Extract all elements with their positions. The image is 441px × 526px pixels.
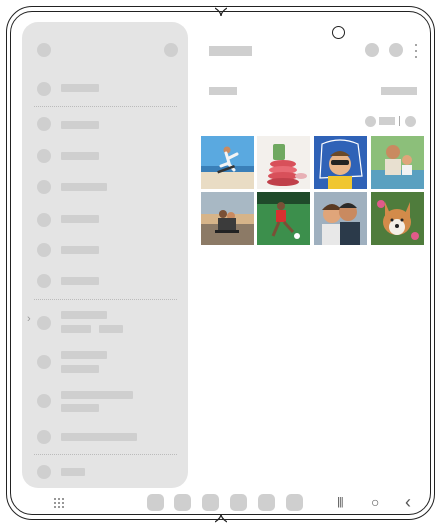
drawer-divider xyxy=(34,299,177,300)
drawer-item-label xyxy=(61,391,133,399)
hinge-top-notch xyxy=(215,7,227,17)
drawer-item-icon xyxy=(37,430,51,444)
drawer-divider xyxy=(34,454,177,455)
front-camera xyxy=(332,26,345,39)
drawer-item-label xyxy=(61,84,99,92)
drawer-item-sublabel xyxy=(61,325,91,333)
photo-thumbnail-couple-skateboard[interactable] xyxy=(201,192,254,245)
drawer-item-icon xyxy=(37,355,51,369)
drawer-item-label xyxy=(61,121,99,129)
drawer-item-sublabel xyxy=(61,404,99,412)
apps-grid-icon[interactable] xyxy=(53,497,65,509)
page-title xyxy=(209,46,252,56)
select-icon[interactable] xyxy=(389,43,403,57)
view-mode-icon[interactable] xyxy=(365,116,376,127)
chevron-right-icon: › xyxy=(27,313,31,325)
view-separator xyxy=(399,116,400,126)
drawer-item-icon xyxy=(37,213,51,227)
more-options-icon[interactable] xyxy=(414,44,418,58)
drawer-item-label xyxy=(61,246,99,254)
drawer-item-icon xyxy=(37,82,51,96)
drawer-item-label xyxy=(61,433,137,441)
drawer-item-icon xyxy=(37,394,51,408)
photo-thumbnail-soccer-player[interactable] xyxy=(257,192,310,245)
drawer-item-icon xyxy=(37,117,51,131)
taskbar-app-1[interactable] xyxy=(147,494,164,511)
taskbar-app-2[interactable] xyxy=(174,494,191,511)
drawer-item-sublabel xyxy=(61,365,99,373)
drawer-item-label xyxy=(61,468,85,476)
sort-icon[interactable] xyxy=(405,116,416,127)
album-action[interactable] xyxy=(381,87,417,95)
drawer-header-icon[interactable] xyxy=(37,43,51,57)
drawer-item-icon xyxy=(37,149,51,163)
drawer-item-icon xyxy=(37,243,51,257)
back-button[interactable]: ‹ xyxy=(405,493,411,511)
drawer-item-label xyxy=(61,183,107,191)
drawer-item-icon xyxy=(37,465,51,479)
photo-thumbnail-couple-selfie[interactable] xyxy=(314,192,367,245)
taskbar-app-3[interactable] xyxy=(202,494,219,511)
drawer-item-label xyxy=(61,152,99,160)
drawer-item-label xyxy=(61,215,99,223)
drawer-item-label xyxy=(61,351,107,359)
drawer-divider xyxy=(34,106,177,107)
photo-thumbnail-man-child[interactable] xyxy=(371,136,424,189)
view-mode-label[interactable] xyxy=(379,117,395,125)
taskbar-app-4[interactable] xyxy=(230,494,247,511)
photo-thumbnail-macarons[interactable] xyxy=(257,136,310,189)
drawer-item-label xyxy=(61,277,99,285)
drawer-item-label xyxy=(61,311,107,319)
home-button[interactable]: ○ xyxy=(371,494,379,510)
drawer-item-icon xyxy=(37,316,51,330)
drawer-settings-icon[interactable] xyxy=(164,43,178,57)
album-subtitle xyxy=(209,87,237,95)
search-icon[interactable] xyxy=(365,43,379,57)
recents-button[interactable]: ||| xyxy=(337,494,344,510)
drawer-item-icon xyxy=(37,274,51,288)
photo-thumbnail-boy-sunglasses[interactable] xyxy=(314,136,367,189)
photo-thumbnail-skateboarder[interactable] xyxy=(201,136,254,189)
taskbar-app-5[interactable] xyxy=(258,494,275,511)
taskbar-app-6[interactable] xyxy=(286,494,303,511)
photo-thumbnail-corgi[interactable] xyxy=(371,192,424,245)
drawer-item-icon xyxy=(37,180,51,194)
hinge-bottom-notch xyxy=(215,513,227,523)
drawer-item-sublabel xyxy=(99,325,123,333)
